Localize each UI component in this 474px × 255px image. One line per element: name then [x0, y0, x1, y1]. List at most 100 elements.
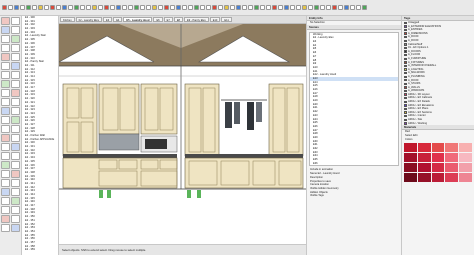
look-around-tool[interactable] — [11, 143, 20, 151]
tag-color-swatch[interactable] — [404, 64, 407, 68]
tag-color-swatch[interactable] — [404, 111, 407, 114]
scene-tab[interactable]: E7 — [163, 17, 173, 22]
material-swatch[interactable] — [445, 173, 459, 183]
tape-tool[interactable] — [1, 89, 10, 97]
scale-tool[interactable] — [1, 80, 10, 88]
zoom-window-tool[interactable] — [1, 134, 10, 142]
shadows-button[interactable] — [182, 5, 187, 10]
textured-button[interactable] — [170, 5, 175, 10]
tape-measure-button[interactable] — [56, 5, 61, 10]
tag-color-swatch[interactable] — [404, 50, 407, 53]
offset-tool[interactable] — [11, 80, 20, 88]
tag-color-swatch[interactable] — [404, 68, 407, 71]
wireframe-button[interactable] — [152, 5, 157, 10]
circle-tool[interactable] — [1, 44, 10, 52]
dimension-tool-button[interactable] — [62, 5, 67, 10]
extension-g-tool[interactable] — [1, 188, 10, 196]
select-tool-button[interactable] — [2, 5, 7, 10]
circle-button[interactable] — [266, 5, 271, 10]
scale-tool-button[interactable] — [44, 5, 49, 10]
scenes-button[interactable] — [326, 5, 331, 10]
hidden-line-button[interactable] — [158, 5, 163, 10]
rectangle-tool-button[interactable] — [20, 5, 25, 10]
tag-color-swatch[interactable] — [404, 25, 407, 28]
zoom-extents-tool[interactable] — [11, 134, 20, 142]
eraser-button[interactable] — [8, 5, 13, 10]
name-field[interactable]: E2 - Laundry Hood — [318, 172, 340, 175]
extension-e-tool[interactable] — [1, 179, 10, 187]
extension-i-tool[interactable] — [1, 197, 10, 205]
sandbox-button[interactable] — [302, 5, 307, 10]
extension-d-tool[interactable] — [11, 170, 20, 178]
extension-l-tool[interactable] — [11, 206, 20, 214]
look-around-button[interactable] — [236, 5, 241, 10]
move-tool[interactable] — [1, 62, 10, 70]
entity-info-button[interactable] — [338, 5, 343, 10]
freehand-tool[interactable] — [11, 26, 20, 34]
fog-button[interactable] — [188, 5, 193, 10]
tags-button[interactable] — [314, 5, 319, 10]
iso-view-button[interactable] — [110, 5, 115, 10]
arc-button[interactable] — [260, 5, 265, 10]
pan-button[interactable] — [80, 5, 85, 10]
tag-color-swatch[interactable] — [404, 35, 407, 39]
scene-list-item[interactable]: E36 — [310, 162, 398, 166]
tree-item[interactable]: E2 - 359 — [22, 248, 58, 252]
rotate-tool[interactable] — [1, 71, 10, 79]
styles-button[interactable] — [308, 5, 313, 10]
tag-color-swatch[interactable] — [404, 28, 407, 32]
walk-tool[interactable] — [1, 152, 10, 160]
position-camera-button[interactable] — [242, 5, 247, 10]
tag-color-swatch[interactable] — [404, 43, 407, 46]
intersect-button[interactable] — [290, 5, 295, 10]
outliner-button[interactable] — [320, 5, 325, 10]
tag-color-swatch[interactable] — [404, 93, 407, 96]
zoom-button[interactable] — [86, 5, 91, 10]
material-swatch[interactable] — [445, 153, 459, 163]
material-swatch[interactable] — [445, 143, 459, 153]
material-swatch[interactable] — [459, 143, 472, 153]
tag-color-swatch[interactable] — [404, 39, 407, 42]
tag-color-swatch[interactable] — [404, 57, 407, 60]
extension-a-tool[interactable] — [1, 161, 10, 169]
walk-button[interactable] — [230, 5, 235, 10]
right-view-button[interactable] — [128, 5, 133, 10]
shaded-button[interactable] — [164, 5, 169, 10]
axes-tool[interactable] — [1, 107, 10, 115]
paint-tool[interactable] — [1, 116, 10, 124]
scene-tab[interactable]: E9 - Pantry Elev — [184, 17, 209, 22]
material-swatch[interactable] — [431, 163, 445, 173]
tag-color-swatch[interactable] — [404, 46, 407, 50]
extension-h-tool[interactable] — [11, 188, 20, 196]
zoom-tool[interactable] — [11, 125, 20, 133]
extension-p-tool[interactable] — [11, 224, 20, 232]
pie-tool[interactable] — [11, 53, 20, 61]
text-tool-button[interactable] — [68, 5, 73, 10]
layout-button[interactable] — [206, 5, 211, 10]
preferences-button[interactable] — [356, 5, 361, 10]
scene-tab[interactable]: E3 — [103, 17, 113, 22]
tag-color-swatch[interactable] — [404, 100, 407, 104]
model-viewport[interactable] — [59, 24, 306, 244]
materials-button[interactable] — [332, 5, 337, 10]
section-plane-button[interactable] — [104, 5, 109, 10]
back-view-button[interactable] — [134, 5, 139, 10]
tag-color-swatch[interactable] — [404, 86, 407, 89]
ruby-console-button[interactable] — [362, 5, 367, 10]
material-swatch[interactable] — [404, 163, 417, 173]
extension-o-tool[interactable] — [1, 224, 10, 232]
scene-tab[interactable]: 02 - Laundry Elev — [75, 17, 102, 22]
arc-tool[interactable] — [1, 53, 10, 61]
xray-button[interactable] — [146, 5, 151, 10]
material-swatch[interactable] — [404, 173, 417, 183]
extension-k-tool[interactable] — [1, 206, 10, 214]
tag-color-swatch[interactable] — [404, 118, 407, 122]
text-tool[interactable] — [11, 98, 20, 106]
left-view-button[interactable] — [140, 5, 145, 10]
tag-color-swatch[interactable] — [404, 53, 407, 57]
tag-color-swatch[interactable] — [404, 32, 407, 35]
tag-color-swatch[interactable] — [404, 79, 407, 82]
extension-f-tool[interactable] — [11, 179, 20, 187]
scene-tab[interactable]: Kitchen — [60, 17, 75, 22]
extension-n-tool[interactable] — [11, 215, 20, 223]
